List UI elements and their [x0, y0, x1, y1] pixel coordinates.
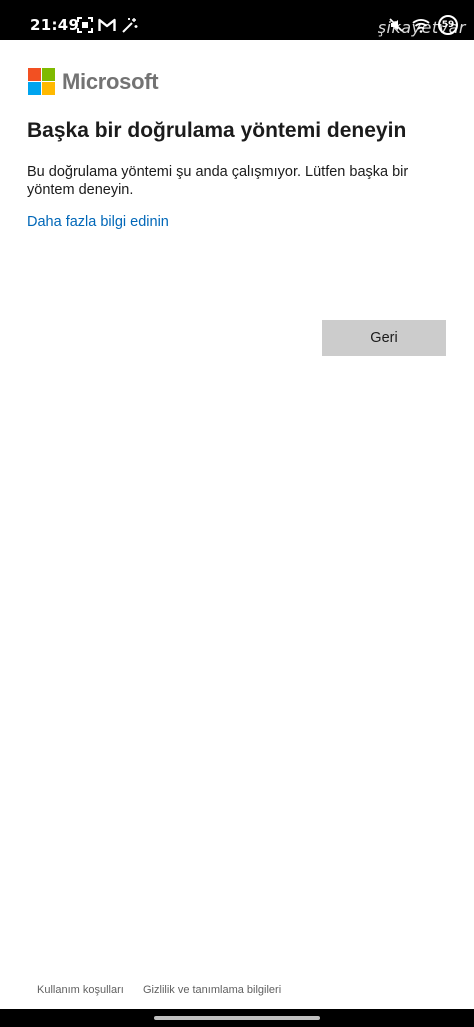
- home-indicator[interactable]: [154, 1016, 320, 1020]
- microsoft-logo: Microsoft: [28, 68, 159, 95]
- footer: Kullanım koşulları Gizlilik ve tanımlama…: [0, 980, 474, 1002]
- terms-of-use-link[interactable]: Kullanım koşulları: [37, 983, 124, 997]
- back-button[interactable]: Geri: [322, 320, 446, 356]
- status-time: 21:49: [30, 16, 80, 34]
- watermark-text: şikayetvar: [377, 18, 466, 37]
- screenshot-icon: [77, 17, 93, 33]
- microsoft-logo-icon: [28, 68, 55, 95]
- microsoft-wordmark: Microsoft: [62, 68, 159, 94]
- privacy-cookies-link[interactable]: Gizlilik ve tanımlama bilgileri: [143, 983, 281, 997]
- gmail-icon: [98, 18, 116, 32]
- description-text: Bu doğrulama yöntemi şu anda çalışmıyor.…: [27, 164, 409, 198]
- logo-square-green: [42, 68, 55, 81]
- navigation-bar: [0, 1009, 474, 1027]
- logo-square-blue: [28, 82, 41, 95]
- logo-square-yellow: [42, 82, 55, 95]
- learn-more-link[interactable]: Daha fazla bilgi edinin: [27, 213, 169, 231]
- status-bar: 21:49 59 şikayetvar: [0, 0, 474, 40]
- logo-square-red: [28, 68, 41, 81]
- magic-wand-icon: [121, 17, 138, 34]
- page-title: Başka bir doğrulama yöntemi deneyin: [27, 119, 407, 142]
- status-left-icons: [77, 16, 138, 34]
